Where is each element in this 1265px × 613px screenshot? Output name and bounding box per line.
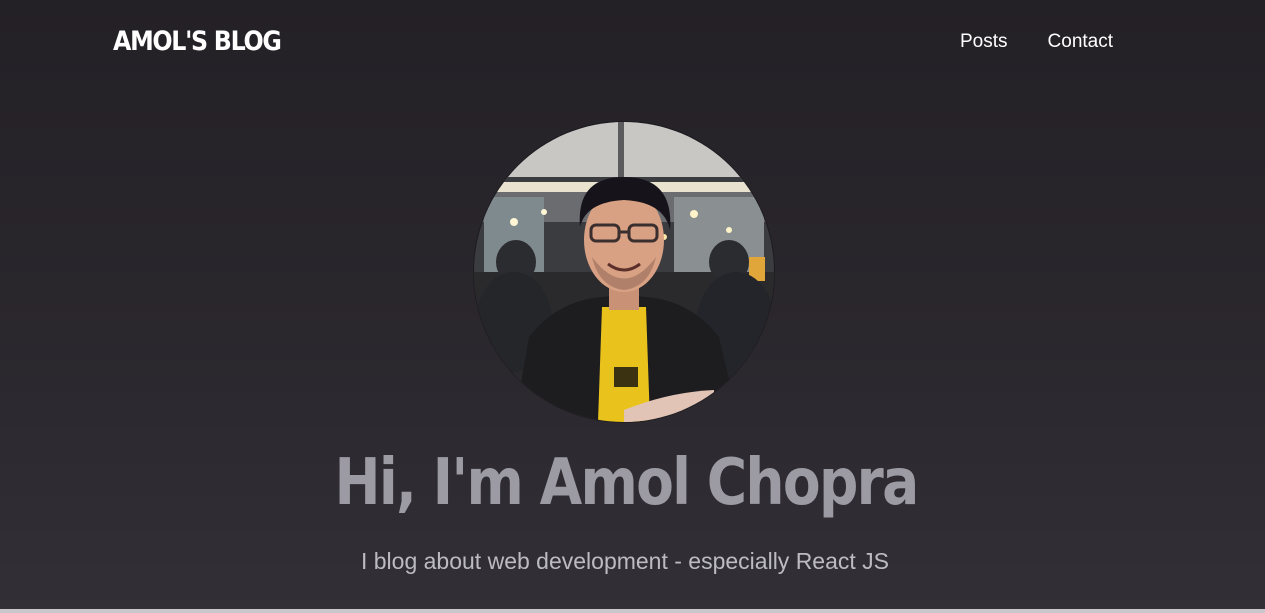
main-nav: Posts Contact [960, 31, 1113, 53]
nav-posts-link[interactable]: Posts [960, 31, 1008, 53]
avatar [474, 122, 774, 422]
site-logo[interactable]: AMOL'S BLOG [113, 26, 282, 57]
site-header: AMOL'S BLOG Posts Contact [0, 0, 1265, 88]
hero-subtitle: I blog about web development - especiall… [360, 548, 890, 574]
nav-contact-link[interactable]: Contact [1048, 31, 1113, 53]
hero-title: Hi, I'm Amol Chopra [334, 446, 919, 520]
profile-photo [474, 122, 774, 422]
bottom-divider [0, 609, 1265, 613]
